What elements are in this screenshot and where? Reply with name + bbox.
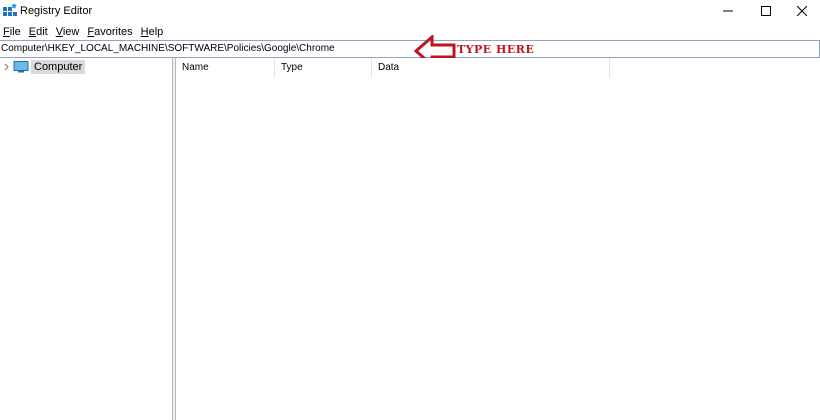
- title-bar[interactable]: Registry Editor: [0, 0, 820, 22]
- menu-favorites[interactable]: Favorites: [84, 24, 135, 40]
- menu-file-accel: F: [3, 26, 10, 38]
- column-header-type[interactable]: Type: [275, 58, 372, 78]
- close-icon: [797, 6, 807, 16]
- menu-help-accel: H: [140, 26, 149, 38]
- menu-file-rest: ile: [9, 26, 21, 38]
- registry-editor-icon: [3, 4, 17, 16]
- menu-view[interactable]: View: [53, 24, 83, 40]
- registry-editor-window: Registry Editor File Edit View Favorites…: [0, 0, 820, 420]
- menu-edit-accel: E: [28, 26, 37, 38]
- key-tree-pane[interactable]: Computer: [0, 58, 172, 420]
- minimize-button[interactable]: [710, 0, 746, 22]
- value-list-pane[interactable]: Name Type Data: [176, 58, 820, 420]
- close-button[interactable]: [784, 0, 820, 22]
- maximize-icon: [761, 6, 771, 16]
- menu-favorites-rest: avorites: [94, 26, 133, 38]
- menu-help-rest: elp: [148, 26, 164, 38]
- menu-file[interactable]: File: [0, 24, 24, 40]
- type-here-annotation: TYPE HERE: [457, 43, 535, 56]
- expand-chevron-icon[interactable]: [3, 59, 11, 75]
- tree-node-label: Computer: [31, 60, 86, 74]
- list-header: Name Type Data: [176, 58, 820, 78]
- menu-bar: File Edit View Favorites Help: [0, 23, 820, 41]
- address-input[interactable]: [1, 41, 701, 57]
- maximize-button[interactable]: [748, 0, 784, 22]
- column-header-name[interactable]: Name: [176, 58, 275, 78]
- menu-edit[interactable]: Edit: [26, 24, 51, 40]
- menu-view-rest: iew: [62, 26, 80, 38]
- computer-icon: [13, 61, 29, 73]
- minimize-icon: [723, 10, 733, 12]
- window-title: Registry Editor: [20, 5, 93, 17]
- tree-node-computer[interactable]: Computer: [3, 59, 86, 75]
- address-bar: [0, 40, 820, 58]
- menu-help[interactable]: Help: [138, 24, 167, 40]
- menu-edit-rest: dit: [36, 26, 48, 38]
- column-header-data[interactable]: Data: [372, 58, 610, 78]
- menu-view-accel: V: [55, 26, 63, 38]
